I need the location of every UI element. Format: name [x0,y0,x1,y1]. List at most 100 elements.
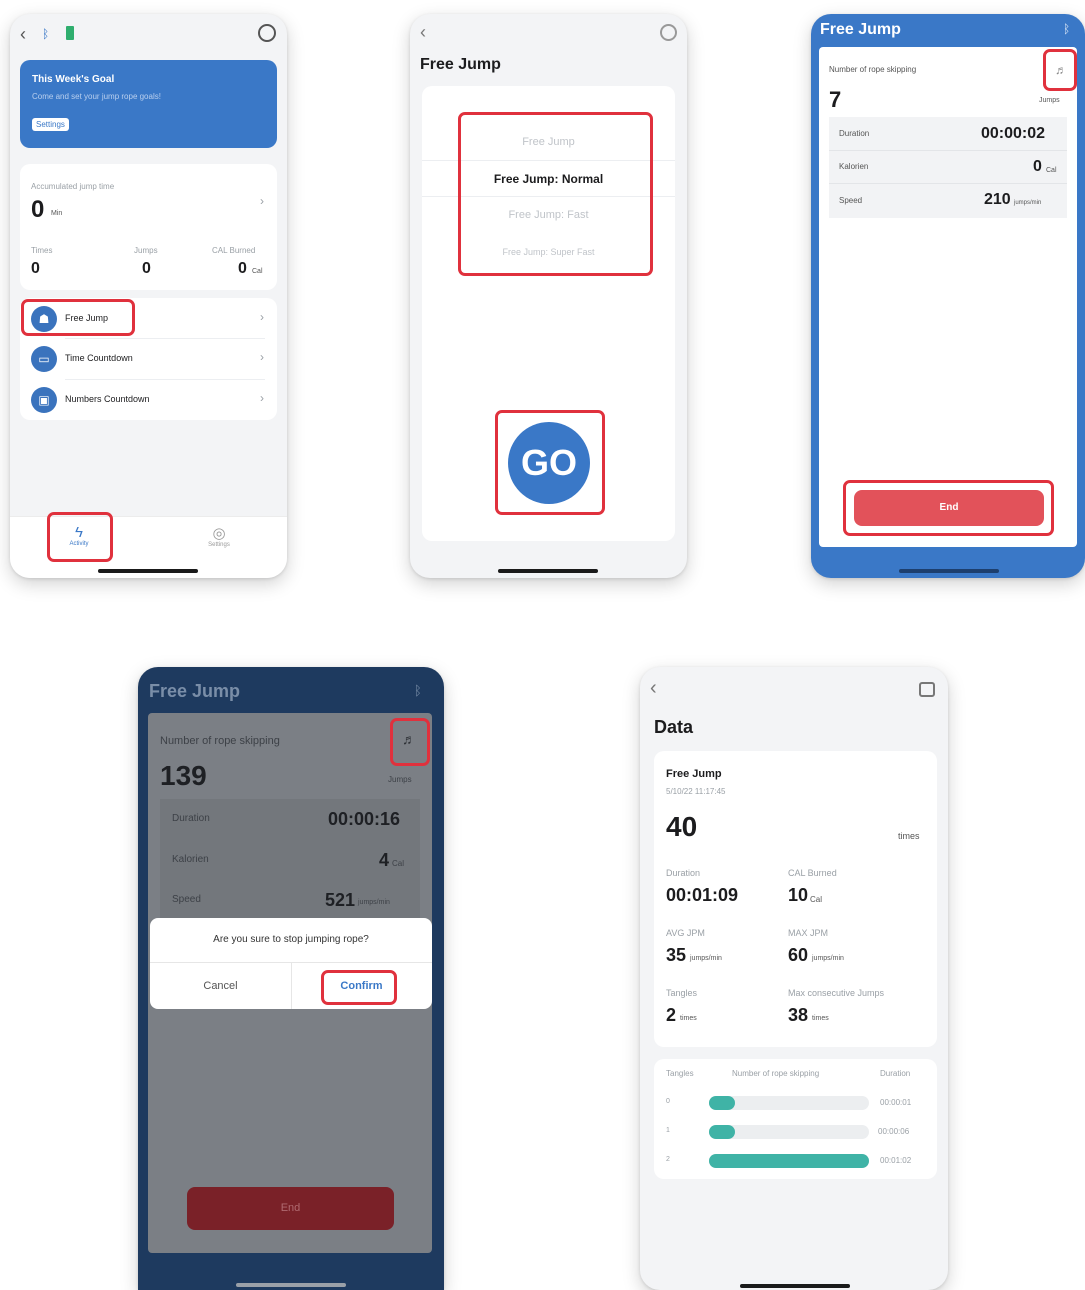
session-date: 5/10/22 11:17:45 [666,787,726,796]
row-duration: 00:00:01 [880,1098,912,1107]
mode-item-free-jump[interactable]: ☗ Free Jump › [20,298,277,338]
stat-label: Jumps [134,246,158,255]
counter-icon: ▣ [31,387,57,413]
gear-icon: ◎ [212,525,226,542]
table-header: Tangles [666,1069,694,1078]
metric-value: 00:01:09 [666,885,739,905]
metric-label: Duration [666,868,701,878]
mode-option[interactable]: Free Jump: Fast [422,209,675,221]
row-track [709,1154,869,1168]
metric-label: CAL Burned [788,868,837,878]
stat-value: 00:00:16 [328,809,401,829]
go-button[interactable]: GO [508,422,590,504]
goal-settings-button[interactable]: Settings [32,118,69,131]
chevron-right-icon: › [260,310,264,324]
jump-panel: Number of rope skipping ♬ 7 Jumps Durati… [819,47,1077,547]
stat-label: Speed [172,894,201,905]
lightning-icon: ϟ [75,524,83,541]
bluetooth-icon: ᛒ [414,683,422,698]
table-row: 0 00:00:01 [654,1093,937,1117]
end-button[interactable]: End [854,490,1044,526]
back-icon[interactable]: ‹ [20,24,26,45]
count-unit: Jumps [388,775,412,784]
metric-unit: jumps/min [812,955,844,962]
metric-label: MAX JPM [788,928,829,938]
mode-option[interactable]: Free Jump: Super Fast [422,247,675,257]
chevron-right-icon: › [260,391,264,405]
battery-icon [66,26,74,40]
table-header: Duration [880,1069,911,1078]
stat-unit: Cal [252,268,263,275]
timer-icon: ▭ [31,346,57,372]
acc-unit: Min [51,210,63,217]
stat-label: Kalorien [172,854,209,865]
session-card: Free Jump 5/10/22 11:17:45 40 times Dura… [654,751,937,1047]
bluetooth-icon: ᛒ [1063,22,1071,36]
back-icon[interactable]: ‹ [650,677,657,700]
session-title: Free Jump [666,768,722,780]
stats-block: Duration 00:00:02 Kalorien 0 Cal Speed 2… [829,117,1067,218]
metric-value: 2 [666,1005,677,1025]
total-value: 40 [666,811,698,842]
tab-activity[interactable]: ϟ Activity [50,521,108,565]
confirm-button[interactable]: Confirm [291,980,432,992]
chevron-right-icon[interactable]: › [260,194,264,208]
mode-list: ☗ Free Jump › ▭ Time Countdown › ▣ Numbe… [20,298,277,420]
stat-label: Duration [172,813,210,824]
row-index: 1 [666,1127,670,1134]
stat-unit: Cal [392,859,405,868]
count-value: 7 [829,87,842,112]
stat-unit: jumps/min [1014,200,1042,206]
mode-item-numbers-countdown[interactable]: ▣ Numbers Countdown › [20,380,277,420]
activity-screen: ‹ ᛒ This Week's Goal Come and set your j… [10,14,287,578]
mode-label: Numbers Countdown [65,394,150,404]
tab-settings[interactable]: ◎ Settings [190,521,248,565]
mode-option[interactable]: Free Jump [422,136,675,148]
share-icon[interactable] [919,682,935,697]
tab-label: Activity [69,541,89,547]
metric-value: 10 [788,885,809,905]
page-title: Free Jump [420,56,501,73]
music-icon[interactable]: ♬ [402,731,416,747]
count-label: Number of rope skipping [829,65,917,74]
tangles-table: Tangles Number of rope skipping Duration… [654,1059,937,1179]
row-track [709,1125,869,1139]
target-icon[interactable] [660,24,677,41]
row-bar [709,1125,735,1139]
stat-value: 0 [142,260,151,277]
pause-icon[interactable] [258,24,276,42]
music-icon[interactable]: ♬ [1055,63,1067,77]
metric-unit: jumps/min [690,955,722,962]
count-label: Number of rope skipping [160,735,280,747]
metric-unit: Cal [810,895,823,904]
mode-label: Free Jump [65,313,109,323]
summary-card: Accumulated jump time 0 Min › Times 0 Ju… [20,164,277,290]
row-track [709,1096,869,1110]
stat-value: 00:00:02 [981,125,1046,142]
acc-label: Accumulated jump time [31,182,115,191]
row-bar [709,1154,869,1168]
metric-unit: times [812,1015,829,1022]
screen-title: Free Jump [149,681,241,701]
metric-unit: times [680,1015,697,1022]
stat-label: CAL Burned [212,246,256,255]
stat-value: 521 [325,890,356,910]
mode-option-selected[interactable]: Free Jump: Normal [422,172,675,186]
row-index: 2 [666,1156,670,1163]
weekly-goal-card: This Week's Goal Come and set your jump … [20,60,277,148]
back-icon[interactable]: ‹ [420,22,426,43]
stats-block: Duration 00:00:16 Kalorien 4 Cal Speed 5… [160,799,420,919]
metric-label: Max consecutive Jumps [788,988,885,998]
mode-item-time-countdown[interactable]: ▭ Time Countdown › [20,339,277,379]
metric-value: 38 [788,1005,809,1025]
end-button[interactable]: End [187,1187,394,1230]
cancel-button[interactable]: Cancel [150,980,291,992]
stat-value: 210 [984,191,1011,208]
row-index: 0 [666,1098,670,1105]
tab-label: Settings [208,542,230,548]
stat-label: Kalorien [839,162,869,171]
table-row: 1 00:00:06 [654,1122,937,1146]
row-bar [709,1096,735,1110]
free-jump-icon: ☗ [31,306,57,332]
data-screen: ‹ Data Free Jump 5/10/22 11:17:45 40 tim… [640,667,948,1290]
